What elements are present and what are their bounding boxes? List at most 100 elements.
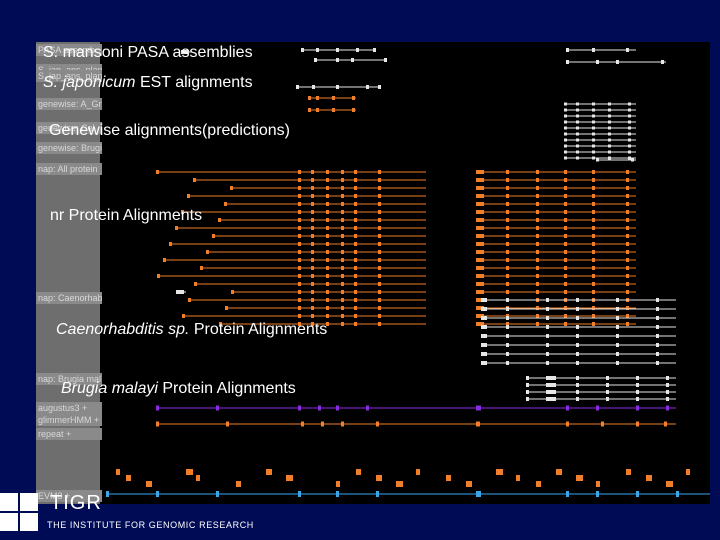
exon-block[interactable] [298, 242, 301, 246]
exon-block[interactable] [354, 266, 357, 270]
exon-block[interactable] [106, 491, 109, 497]
exon-block[interactable] [354, 314, 357, 318]
exon-block[interactable] [608, 126, 611, 130]
exon-block[interactable] [626, 186, 629, 190]
exon-block[interactable] [592, 150, 595, 154]
exon-block[interactable] [354, 250, 357, 254]
exon-block[interactable] [476, 170, 484, 174]
exon-block[interactable] [564, 266, 567, 270]
exon-block[interactable] [224, 202, 227, 206]
exon-block[interactable] [311, 314, 314, 318]
exon-block[interactable] [536, 218, 539, 222]
exon-block[interactable] [536, 234, 539, 238]
exon-block[interactable] [628, 102, 631, 106]
exon-block[interactable] [656, 307, 659, 311]
exon-block[interactable] [592, 250, 595, 254]
exon-block[interactable] [564, 108, 567, 112]
exon-block[interactable] [564, 314, 567, 318]
exon-block[interactable] [592, 202, 595, 206]
exon-block[interactable] [566, 491, 569, 497]
exon-block[interactable] [564, 194, 567, 198]
exon-block[interactable] [182, 314, 185, 318]
exon-block[interactable] [298, 186, 301, 190]
exon-block[interactable] [564, 274, 567, 278]
exon-block[interactable] [321, 421, 324, 427]
exon-block[interactable] [326, 274, 329, 278]
exon-block[interactable] [186, 469, 193, 475]
exon-block[interactable] [341, 421, 344, 427]
exon-block[interactable] [298, 226, 301, 230]
exon-block[interactable] [316, 108, 319, 112]
exon-block[interactable] [476, 266, 484, 270]
exon-block[interactable] [656, 298, 659, 302]
exon-block[interactable] [616, 361, 619, 365]
exon-block[interactable] [378, 250, 381, 254]
exon-block[interactable] [636, 491, 639, 497]
exon-block[interactable] [566, 405, 569, 411]
exon-block[interactable] [506, 194, 509, 198]
exon-block[interactable] [378, 226, 381, 230]
exon-block[interactable] [354, 194, 357, 198]
exon-block[interactable] [606, 390, 609, 394]
exon-block[interactable] [506, 282, 509, 286]
exon-block[interactable] [664, 421, 667, 427]
exon-block[interactable] [384, 58, 387, 62]
exon-block[interactable] [126, 475, 131, 481]
exon-block[interactable] [608, 120, 611, 124]
exon-block[interactable] [301, 421, 304, 427]
exon-block[interactable] [326, 202, 329, 206]
exon-block[interactable] [341, 322, 344, 326]
exon-block[interactable] [536, 266, 539, 270]
exon-block[interactable] [686, 469, 690, 475]
exon-block[interactable] [476, 210, 484, 214]
exon-block[interactable] [298, 314, 301, 318]
exon-block[interactable] [536, 178, 539, 182]
exon-block[interactable] [666, 390, 669, 394]
exon-block[interactable] [341, 298, 344, 302]
exon-block[interactable] [176, 290, 184, 294]
exon-block[interactable] [626, 242, 629, 246]
exon-block[interactable] [326, 250, 329, 254]
exon-block[interactable] [564, 102, 567, 106]
exon-block[interactable] [373, 48, 376, 52]
exon-block[interactable] [298, 210, 301, 214]
exon-block[interactable] [626, 250, 629, 254]
exon-block[interactable] [592, 114, 595, 118]
exon-block[interactable] [326, 242, 329, 246]
exon-block[interactable] [311, 250, 314, 254]
exon-block[interactable] [601, 421, 604, 427]
exon-block[interactable] [506, 274, 509, 278]
track-label-nr-protein[interactable]: nap: All protein [36, 163, 102, 175]
exon-block[interactable] [506, 234, 509, 238]
exon-block[interactable] [311, 282, 314, 286]
exon-block[interactable] [536, 170, 539, 174]
exon-block[interactable] [378, 314, 381, 318]
exon-block[interactable] [326, 234, 329, 238]
exon-block[interactable] [564, 114, 567, 118]
exon-block[interactable] [592, 144, 595, 148]
exon-block[interactable] [564, 144, 567, 148]
exon-block[interactable] [616, 316, 619, 320]
exon-block[interactable] [536, 202, 539, 206]
exon-block[interactable] [564, 170, 567, 174]
exon-block[interactable] [378, 210, 381, 214]
exon-block[interactable] [546, 307, 549, 311]
exon-block[interactable] [592, 178, 595, 182]
exon-block[interactable] [116, 469, 120, 475]
exon-block[interactable] [506, 307, 509, 311]
exon-block[interactable] [564, 282, 567, 286]
exon-block[interactable] [194, 282, 197, 286]
exon-block[interactable] [592, 194, 595, 198]
exon-block[interactable] [626, 48, 629, 52]
exon-block[interactable] [298, 274, 301, 278]
exon-block[interactable] [378, 85, 381, 89]
exon-block[interactable] [378, 298, 381, 302]
exon-block[interactable] [476, 242, 484, 246]
exon-block[interactable] [354, 298, 357, 302]
exon-block[interactable] [175, 226, 178, 230]
exon-block[interactable] [536, 274, 539, 278]
exon-block[interactable] [506, 202, 509, 206]
exon-block[interactable] [546, 361, 549, 365]
exon-block[interactable] [298, 290, 301, 294]
exon-block[interactable] [156, 421, 159, 427]
